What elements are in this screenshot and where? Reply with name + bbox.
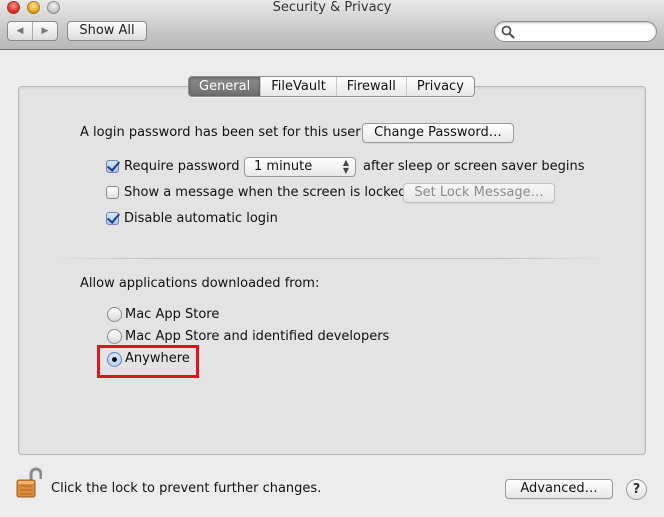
back-forward-control: ◀ ▶ <box>7 21 58 41</box>
section-divider <box>50 258 610 259</box>
radio-mac-app-store[interactable] <box>107 307 122 322</box>
radio-identified-developers-label: Mac App Store and identified developers <box>125 329 390 344</box>
lock-status-text: Click the lock to prevent further change… <box>51 481 322 496</box>
tab-bar: General FileVault Firewall Privacy <box>188 76 475 97</box>
radio-identified-developers[interactable] <box>107 329 122 344</box>
change-password-button[interactable]: Change Password… <box>362 123 514 143</box>
up-down-arrows-icon: ▲ ▼ <box>342 158 349 175</box>
tab-privacy[interactable]: Privacy <box>405 77 474 96</box>
forward-button[interactable]: ▶ <box>32 22 57 40</box>
login-password-label: A login password has been set for this u… <box>80 125 361 140</box>
tab-general[interactable]: General <box>189 77 261 96</box>
advanced-button[interactable]: Advanced… <box>505 479 613 499</box>
require-password-delay-value: 1 minute <box>254 159 313 174</box>
show-all-button[interactable]: Show All <box>67 21 147 41</box>
allow-apps-heading: Allow applications downloaded from: <box>80 276 320 291</box>
search-field[interactable] <box>494 21 657 42</box>
require-password-delay-select[interactable]: 1 minute ▲ ▼ <box>244 157 356 177</box>
tab-filevault[interactable]: FileVault <box>260 77 336 96</box>
settings-panel <box>18 86 646 455</box>
require-password-label: Require password <box>124 159 240 174</box>
disable-automatic-login-label: Disable automatic login <box>124 211 278 226</box>
show-message-checkbox[interactable] <box>106 186 119 199</box>
window-title: Security & Privacy <box>272 0 392 15</box>
annotation-highlight-box <box>97 345 199 378</box>
tab-firewall[interactable]: Firewall <box>335 77 406 96</box>
back-arrow-icon: ◀ <box>16 26 24 36</box>
disable-automatic-login-checkbox[interactable] <box>106 212 119 225</box>
set-lock-message-button[interactable]: Set Lock Message… <box>403 183 555 203</box>
help-button[interactable]: ? <box>626 479 647 500</box>
require-password-suffix: after sleep or screen saver begins <box>363 159 585 174</box>
radio-mac-app-store-label: Mac App Store <box>125 307 220 322</box>
unlocked-padlock-icon[interactable] <box>16 467 42 499</box>
window-titlebar: Security & Privacy ◀ ▶ Show All <box>0 0 664 50</box>
back-button[interactable]: ◀ <box>8 22 32 40</box>
require-password-checkbox[interactable] <box>106 160 119 173</box>
show-message-label: Show a message when the screen is locked <box>124 185 407 200</box>
search-icon <box>501 25 515 39</box>
forward-arrow-icon: ▶ <box>41 26 49 36</box>
search-input[interactable] <box>517 24 649 39</box>
